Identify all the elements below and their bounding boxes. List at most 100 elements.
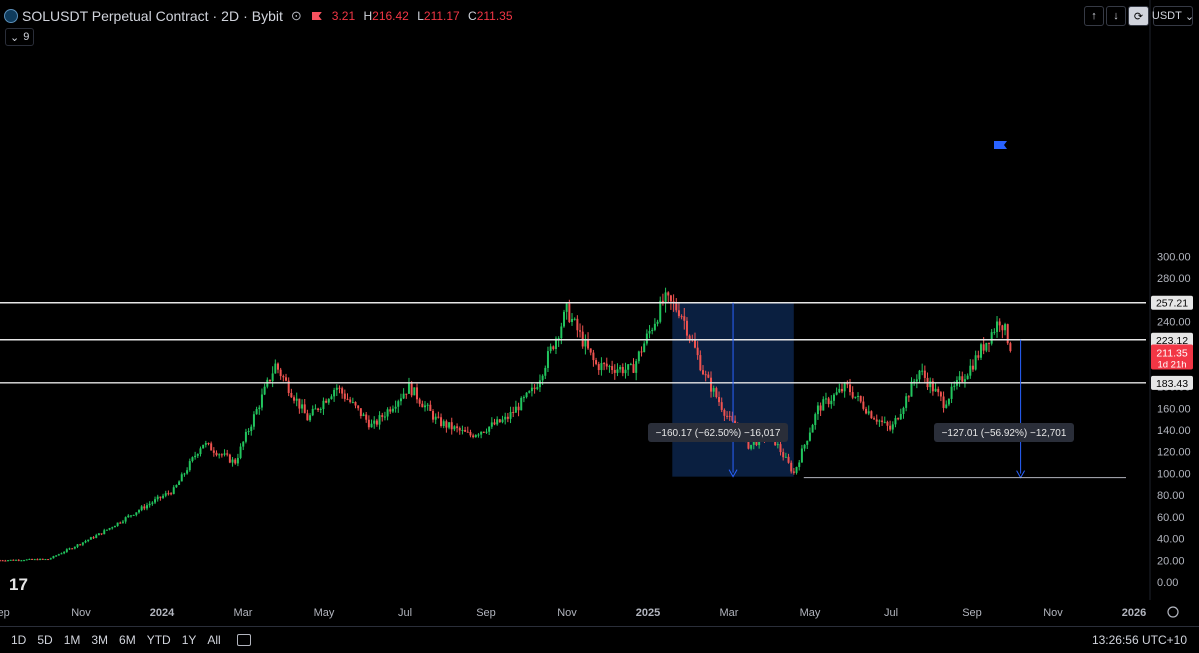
candle-body [4,560,7,562]
timeframe-all[interactable]: All [207,633,220,647]
candle-body [482,431,485,433]
candle-body [723,409,726,416]
candle-body [9,559,12,561]
candle-body [629,364,632,366]
clock[interactable]: 13:26:56 UTC+10 [1092,633,1187,647]
candle-body [453,426,456,430]
candle-body [434,416,437,420]
timeframe-1y[interactable]: 1Y [182,633,197,647]
symbol-header: SOLUSDT Perpetual Contract · 2D · Bybit … [4,5,518,27]
candle-body [437,416,440,418]
interval-label[interactable]: 2D [221,8,239,24]
candle-body [811,425,814,433]
candle-body [282,376,285,378]
candle-body [803,444,806,449]
candle-body [327,399,330,403]
candle-body [252,414,255,427]
candle-body [493,422,496,425]
currency-select[interactable]: USDT ⌄ [1152,6,1194,26]
candle-body [175,484,178,488]
candle-body [675,303,678,311]
auto-scale-button[interactable]: ⟳ [1128,6,1149,26]
symbol-name[interactable]: SOLUSDT Perpetual Contract [22,8,209,24]
candle-body [806,440,809,445]
price-chart[interactable]: 0.00 20.00 40.00 60.00 80.00 100.00 120.00 140.… [0,0,1199,626]
candle-body [958,376,961,381]
candle-body [285,377,288,381]
candle-body [212,450,215,453]
candle-body [461,429,464,431]
indicator-count: 9 [23,31,30,43]
candle-body [354,401,357,406]
indicators-toggle[interactable]: ⌄ 9 [5,28,35,46]
level-price-label: 257.21 [1156,298,1188,310]
flag-icon[interactable] [311,12,322,20]
candle-body [442,421,445,427]
candle-body [341,388,344,394]
candle-body [822,399,825,411]
candle-body [701,370,704,375]
timeframe-5d[interactable]: 5D [37,633,52,647]
scroll-up-button[interactable]: ↑ [1084,6,1104,26]
calendar-icon[interactable] [236,634,251,646]
candle-body [832,394,835,401]
candle-body [854,396,857,398]
candle-body [474,435,477,438]
candle-body [878,420,881,422]
candle-body [389,409,392,412]
scroll-down-button[interactable]: ↓ [1106,6,1126,26]
x-tick-label: Jul [398,607,412,619]
candle-body [97,533,100,536]
candle-body [1001,325,1004,331]
candle-body [490,422,493,427]
candle-body [373,420,376,424]
y-tick-label: 0.00 [1157,577,1178,589]
candle-body [7,560,10,562]
candle-body [113,525,116,528]
candle-body [752,441,755,445]
candle-body [151,502,154,504]
settings-icon[interactable] [1167,606,1179,618]
candle-body [611,366,614,371]
candle-body [979,344,982,358]
candle-body [517,406,520,411]
candle-body [426,404,429,406]
timeframe-1d[interactable]: 1D [11,633,26,647]
exchange-label[interactable]: Bybit [252,8,283,24]
timeframe-3m[interactable]: 3M [91,633,108,647]
candle-body [696,347,699,356]
candle-body [172,487,175,494]
candle-body [910,381,913,397]
candle-body [974,355,977,370]
candle-body [116,522,119,526]
timeframe-6m[interactable]: 6M [119,633,136,647]
candle-body [367,419,370,428]
candle-body [584,339,587,347]
candle-body [199,448,202,455]
candle-body [121,521,124,523]
candle-body [530,387,533,392]
candle-body [135,512,138,515]
level-price-label: 183.43 [1156,378,1188,390]
candle-body [183,473,186,475]
eye-icon[interactable]: ⊙ [291,8,302,24]
candle-body [1009,343,1012,351]
candle-body [808,432,811,441]
candle-body [276,363,279,370]
candle-body [870,411,873,419]
candle-body [71,548,74,550]
candle-body [776,444,779,446]
candle-body [234,459,237,464]
candle-body [963,379,966,382]
candle-body [851,392,854,398]
candle-body [546,351,549,368]
candle-body [39,558,42,561]
candle-body [162,495,165,498]
timeframe-1m[interactable]: 1M [64,633,81,647]
candle-body [12,559,15,561]
candle-body [306,413,309,421]
candle-body [971,365,974,370]
candle-body [349,399,352,403]
timeframe-ytd[interactable]: YTD [147,633,171,647]
y-tick-label: 40.00 [1157,534,1185,546]
